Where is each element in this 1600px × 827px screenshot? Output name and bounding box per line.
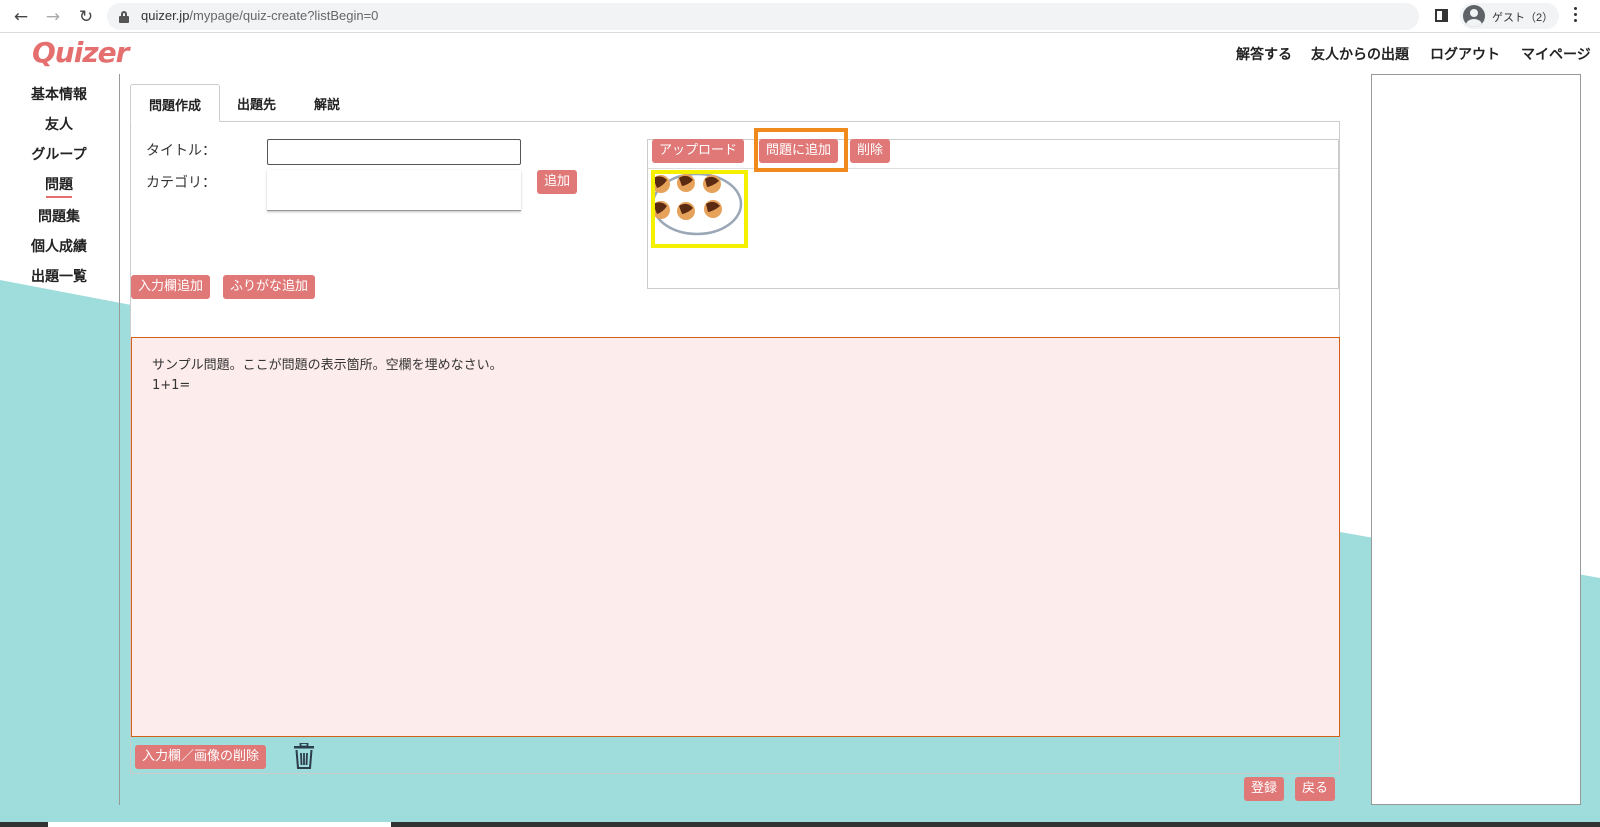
category-label: カテゴリ： (146, 175, 216, 191)
add-input-field-button[interactable]: 入力欄追加 (131, 275, 211, 299)
trash-icon[interactable] (293, 743, 315, 769)
tab-explanation[interactable]: 解説 (314, 84, 340, 122)
nav-mypage[interactable]: マイページ (1521, 44, 1591, 64)
highlight-frame-orange (754, 128, 848, 172)
nav-logout[interactable]: ログアウト (1430, 44, 1500, 64)
question-text-area[interactable]: サンプル問題。ここが問題の表示箇所。空欄を埋めなさい。 1+1= (131, 337, 1340, 737)
more-menu-icon[interactable] (1574, 7, 1578, 25)
question-line-2: 1+1= (152, 378, 191, 393)
back-button[interactable]: 戻る (1295, 777, 1336, 801)
url-domain: quizer.jp (141, 8, 190, 23)
title-label: タイトル： (146, 143, 216, 159)
sidebar-item-friends[interactable]: 友人 (0, 114, 118, 134)
image-list-area (647, 139, 1339, 289)
forward-arrow-icon[interactable]: → (42, 6, 64, 28)
delete-input-image-button[interactable]: 入力欄／画像の削除 (135, 745, 267, 769)
right-side-panel (1371, 74, 1581, 805)
question-line-1: サンプル問題。ここが問題の表示箇所。空欄を埋めなさい。 (152, 358, 503, 373)
sidebar-item-groups[interactable]: グループ (0, 144, 118, 164)
add-category-button[interactable]: 追加 (537, 170, 578, 194)
back-arrow-icon[interactable]: ← (10, 6, 32, 28)
taskbar-strip (0, 822, 1600, 827)
title-input[interactable] (267, 139, 521, 165)
avatar-icon (1463, 5, 1485, 27)
image-thumbnail[interactable] (651, 170, 748, 248)
sidebar-item-basic-info[interactable]: 基本情報 (0, 84, 118, 104)
upload-button[interactable]: アップロード (652, 139, 745, 163)
takoyaki-plate-image (655, 174, 743, 236)
delete-image-button[interactable]: 削除 (850, 139, 891, 163)
add-furigana-button[interactable]: ふりがな追加 (223, 275, 316, 299)
tab-destination[interactable]: 出題先 (237, 84, 276, 122)
sidebar-item-personal-results[interactable]: 個人成績 (0, 236, 118, 256)
lock-icon[interactable] (119, 11, 129, 23)
address-bar[interactable]: quizer.jp/mypage/quiz-create?listBegin=0 (107, 3, 1419, 30)
nav-answer[interactable]: 解答する (1236, 44, 1292, 64)
sidebar-item-assignment-list[interactable]: 出題一覧 (0, 266, 118, 286)
url-path: /mypage/quiz-create?listBegin=0 (189, 8, 379, 23)
sidebar-item-question-sets[interactable]: 問題集 (0, 206, 118, 226)
register-button[interactable]: 登録 (1244, 777, 1285, 801)
browser-toolbar: ← → ↻ quizer.jp/mypage/quiz-create?listB… (0, 0, 1600, 33)
image-toolbar (648, 140, 1338, 169)
profile-button[interactable]: ゲスト（2） (1460, 3, 1559, 29)
side-panel-icon[interactable] (1435, 9, 1448, 22)
reload-icon[interactable]: ↻ (75, 6, 97, 28)
category-select[interactable] (267, 170, 521, 211)
nav-from-friends[interactable]: 友人からの出題 (1311, 44, 1409, 64)
sidebar-item-questions[interactable]: 問題 (0, 174, 118, 198)
url-text: quizer.jp/mypage/quiz-create?listBegin=0 (141, 8, 378, 23)
tab-create-question[interactable]: 問題作成 (130, 84, 220, 122)
profile-label: ゲスト（2） (1492, 12, 1554, 24)
site-logo[interactable]: Quizer (32, 36, 129, 69)
sidebar-divider (119, 74, 120, 805)
